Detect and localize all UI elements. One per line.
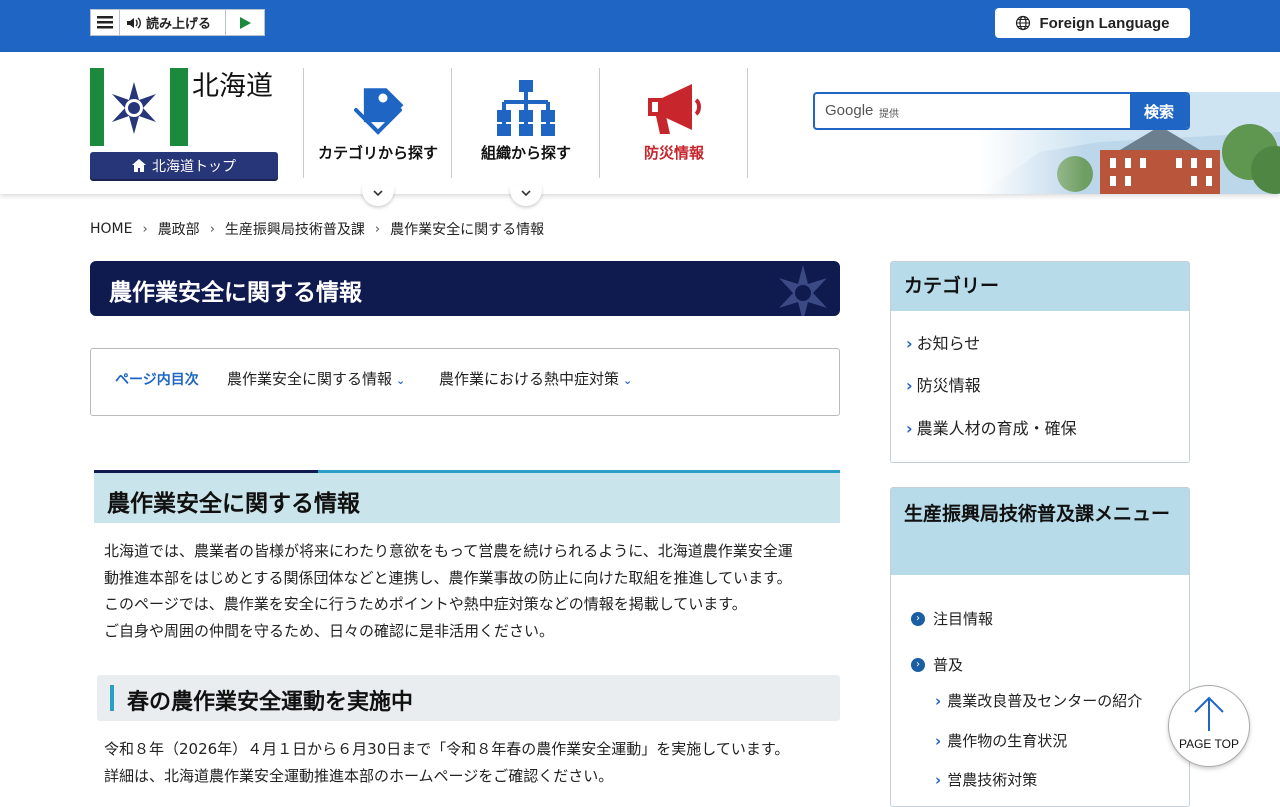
breadcrumb-home[interactable]: HOME xyxy=(90,221,132,237)
breadcrumb-division[interactable]: 生産振興局技術普及課 xyxy=(225,219,365,239)
section-heading: 農作業安全に関する情報 xyxy=(94,470,840,523)
nav-disaster[interactable]: 防災情報 xyxy=(600,68,748,178)
chevron-down-icon xyxy=(373,190,383,197)
read-aloud-button[interactable]: 読み上げる xyxy=(120,10,226,35)
chevron-right-icon: › xyxy=(209,221,215,237)
hokkaido-top-label: 北海道トップ xyxy=(152,158,236,175)
sidebar-category-disaster[interactable]: 防災情報 xyxy=(906,372,981,396)
sidebar-category-human-resources[interactable]: 農業人材の育成・確保 xyxy=(906,415,1077,439)
page-top-button[interactable]: PAGE TOP xyxy=(1168,685,1250,767)
home-icon xyxy=(132,159,146,172)
category-label: 防災情報 xyxy=(916,376,981,395)
play-button[interactable] xyxy=(226,10,264,35)
org-chart-icon xyxy=(497,80,555,136)
sidebar-category-title: カテゴリー xyxy=(891,262,1189,311)
menu-item-extension[interactable]: › 普及 xyxy=(911,654,963,675)
site-name: 北海道 xyxy=(192,71,273,102)
subsection-heading: 春の農作業安全運動を実施中 xyxy=(97,675,840,721)
section-body: 北海道では、農業者の皆様が将来にわたり意欲をもって営農を続けられるように、北海道… xyxy=(104,538,844,644)
page-toc: ページ内目次 農作業安全に関する情報 ⌄ 農作業における熱中症対策 ⌄ xyxy=(90,348,840,416)
sidebar-menu-title: 生産振興局技術普及課メニュー xyxy=(891,488,1189,575)
top-bar: 読み上げる Foreign Language xyxy=(0,0,1280,52)
nav-organization[interactable]: 組織から探す xyxy=(452,68,600,206)
foreign-language-label: Foreign Language xyxy=(1039,14,1170,32)
nav-divider xyxy=(747,68,748,178)
menu-subitem-label: 農業改良普及センターの紹介 xyxy=(947,692,1143,710)
hamburger-icon xyxy=(97,16,113,29)
breadcrumb-agriculture[interactable]: 農政部 xyxy=(158,219,200,239)
sidebar-category-box: カテゴリー お知らせ 防災情報 農業人材の育成・確保 xyxy=(890,261,1190,463)
hokkaido-emblem-watermark xyxy=(779,265,827,316)
foreign-language-button[interactable]: Foreign Language xyxy=(995,8,1190,38)
chevron-down-icon: ⌄ xyxy=(396,374,406,387)
search-button[interactable]: 検索 xyxy=(1130,94,1188,128)
toc-heading: ページ内目次 xyxy=(115,372,199,388)
toc-item-label: 農作業安全に関する情報 xyxy=(227,370,393,388)
section-title: 農作業安全に関する情報 xyxy=(107,491,360,517)
megaphone-icon xyxy=(648,84,701,134)
arrow-up-icon xyxy=(1194,696,1224,731)
breadcrumb: HOME › 農政部 › 生産振興局技術普及課 › 農作業安全に関する情報 xyxy=(90,219,544,239)
menu-item-highlights[interactable]: › 注目情報 xyxy=(911,608,993,629)
menu-subitem-label: 営農技術対策 xyxy=(947,771,1038,789)
search-brand: Google xyxy=(825,102,874,119)
paragraph-line: 北海道では、農業者の皆様が将来にわたり意欲をもって営農を続けられるように、北海道… xyxy=(104,542,793,560)
subsection-title: 春の農作業安全運動を実施中 xyxy=(127,690,414,715)
speaker-icon xyxy=(127,16,141,29)
sidebar-category-news[interactable]: お知らせ xyxy=(906,330,981,354)
accessibility-toolbar: 読み上げる xyxy=(90,9,265,36)
menu-item-label: 普及 xyxy=(933,656,964,674)
globe-icon xyxy=(1016,15,1031,31)
nav-organization-chevron[interactable] xyxy=(510,186,542,206)
paragraph-line: ご自身や周囲の仲間を守るため、日々の確認に是非活用ください。 xyxy=(104,621,555,640)
tag-icon xyxy=(354,88,404,135)
play-icon xyxy=(239,16,251,29)
toc-item-label: 農作業における熱中症対策 xyxy=(439,370,620,388)
chevron-down-circle-icon: › xyxy=(911,657,925,672)
toc-item-heatstroke[interactable]: 農作業における熱中症対策 ⌄ xyxy=(439,368,632,389)
hokkaido-logo[interactable] xyxy=(90,68,190,148)
breadcrumb-current: 農作業安全に関する情報 xyxy=(390,222,545,238)
read-aloud-label: 読み上げる xyxy=(146,17,212,32)
menu-subitem-label: 農作物の生育状況 xyxy=(947,732,1068,750)
page-top-label: PAGE TOP xyxy=(1178,737,1240,751)
chevron-right-icon: › xyxy=(374,221,381,237)
site-search[interactable]: Google 提供 検索 xyxy=(813,92,1190,130)
page-title-bar: 農作業安全に関する情報 xyxy=(90,261,840,316)
chevron-right-circle-icon: › xyxy=(911,611,925,626)
paragraph-line: 詳細は、北海道農作業安全運動推進本部のホームページをご確認ください。 xyxy=(104,766,614,785)
toc-item-safety[interactable]: 農作業安全に関する情報 ⌄ xyxy=(227,368,405,389)
paragraph-line: 動推進本部をはじめとする関係団体などと連携し、農作業事故の防止に向けた取組を推進… xyxy=(104,568,792,587)
nav-category-chevron[interactable] xyxy=(362,186,394,206)
nav-organization-label: 組織から探す xyxy=(480,144,571,162)
chevron-down-icon xyxy=(521,190,531,197)
page-title: 農作業安全に関する情報 xyxy=(109,280,362,306)
category-label: 農業人材の育成・確保 xyxy=(916,419,1077,438)
hokkaido-top-button[interactable]: 北海道トップ xyxy=(90,152,278,179)
menu-subitem-farming-tech[interactable]: 営農技術対策 xyxy=(935,769,1037,790)
menu-item-label: 注目情報 xyxy=(933,610,994,628)
nav-disaster-label: 防災情報 xyxy=(643,144,704,162)
paragraph-line: このページでは、農作業を安全に行うためポイントや熱中症対策などの情報を掲載してい… xyxy=(104,595,747,613)
chevron-down-icon: ⌄ xyxy=(623,374,633,387)
search-provided-label: 提供 xyxy=(879,109,899,120)
subsection-body: 令和８年（2026年）４月１日から６月30日まで「令和８年春の農作業安全運動」を… xyxy=(104,736,844,789)
nav-category[interactable]: カテゴリから探す xyxy=(304,68,452,206)
paragraph-line: 令和８年（2026年）４月１日から６月30日まで「令和８年春の農作業安全運動」を… xyxy=(104,740,790,758)
sidebar-division-menu: 生産振興局技術普及課メニュー › 注目情報 › 普及 農業改良普及センターの紹介 農… xyxy=(890,487,1190,807)
nav-category-label: カテゴリから探す xyxy=(317,144,438,162)
menu-subitem-centers[interactable]: 農業改良普及センターの紹介 xyxy=(935,690,1142,711)
category-label: お知らせ xyxy=(916,334,981,353)
menu-button[interactable] xyxy=(91,10,120,35)
menu-subitem-crop-status[interactable]: 農作物の生育状況 xyxy=(935,730,1067,751)
chevron-right-icon: › xyxy=(142,221,148,237)
